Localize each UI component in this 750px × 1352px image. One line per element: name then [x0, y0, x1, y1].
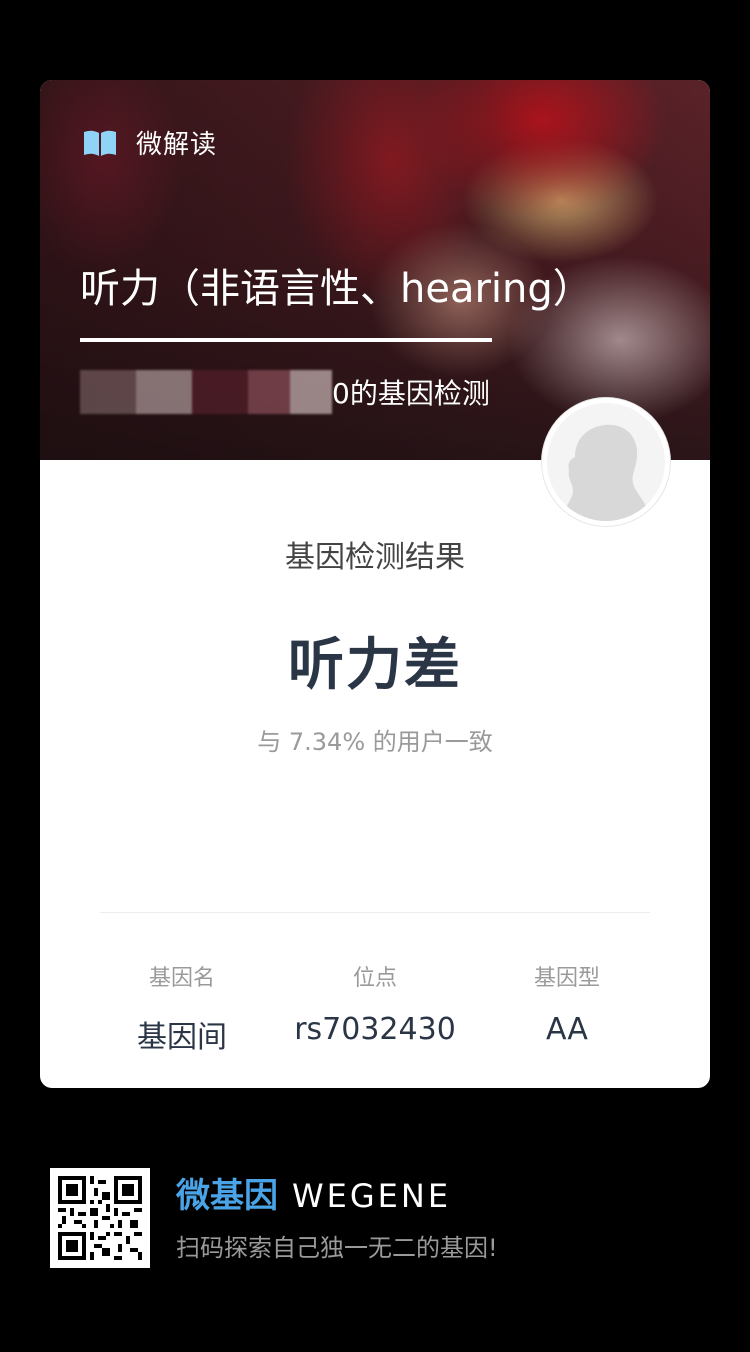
title-underline	[80, 338, 492, 342]
share-card: 微解读 听力（非语言性、hearing） 0的基因检测 基因检测结果 听力差 与…	[40, 80, 710, 1088]
genotype-value: AA	[546, 1012, 588, 1047]
avatar[interactable]	[542, 398, 670, 526]
user-silhouette-icon	[561, 424, 651, 521]
gene-name-column: 基因名 基因间	[87, 960, 277, 1056]
subtitle-text: 0的基因检测	[332, 377, 490, 410]
gene-name-label: 基因名	[148, 966, 215, 991]
gene-name-value: 基因间	[137, 1020, 227, 1055]
genotype-label: 基因型	[533, 966, 600, 991]
locus-label: 位点	[352, 966, 397, 991]
slogan: 扫码探索自己独一无二的基因!	[176, 1234, 498, 1262]
qr-code-icon	[58, 1176, 142, 1260]
subtitle-row: 0的基因检测	[80, 370, 490, 414]
book-icon	[84, 130, 116, 156]
footer: 微基因 WEGENE 扫码探索自己独一无二的基因!	[50, 1168, 710, 1268]
brand-title: 微基因 WEGENE	[176, 1168, 451, 1217]
brand-row: 微解读	[82, 124, 217, 161]
genotype-column: 基因型 AA	[472, 960, 662, 1047]
qr-code[interactable]	[50, 1168, 150, 1268]
result-value: 听力差	[288, 633, 462, 698]
brand-label: 微解读	[136, 130, 218, 160]
locus-column: 位点 rs7032430	[280, 960, 470, 1047]
locus-value: rs7032430	[294, 1012, 456, 1047]
brand-name-cn: 微基因	[176, 1176, 278, 1216]
brand-name-en: WEGENE	[292, 1177, 452, 1215]
page-title: 听力（非语言性、hearing）	[80, 266, 593, 312]
result-label: 基因检测结果	[285, 540, 465, 575]
blurred-username	[80, 370, 332, 414]
divider	[100, 912, 650, 913]
result-stat: 与 7.34% 的用户一致	[257, 728, 493, 756]
